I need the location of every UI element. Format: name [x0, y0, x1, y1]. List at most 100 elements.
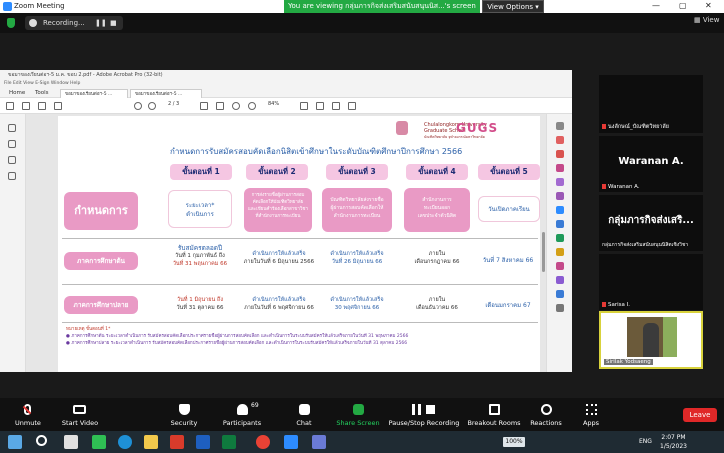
- print-icon[interactable]: [38, 102, 46, 110]
- video-tile[interactable]: Waranan A. Waranan A.: [599, 136, 703, 192]
- fill-sign-icon[interactable]: [556, 262, 564, 270]
- participant-display-name: Waranan A.: [618, 156, 684, 167]
- mic-muted-icon: [602, 184, 606, 189]
- line-app-icon[interactable]: [92, 435, 106, 449]
- acrobat-toolbar: [0, 98, 572, 114]
- participants-button[interactable]: 69 Participants: [214, 398, 270, 431]
- compress-icon[interactable]: [556, 248, 564, 256]
- camera-off-icon: [73, 405, 86, 414]
- attachment-icon[interactable]: [8, 156, 16, 164]
- combine-icon[interactable]: [556, 192, 564, 200]
- zoom-level-field[interactable]: 84%: [268, 101, 279, 107]
- copy-icon[interactable]: [8, 124, 16, 132]
- tab-document-1[interactable]: ขอมาของเรียนต่อฯ-5 ...: [60, 89, 128, 98]
- teams-icon[interactable]: [312, 435, 326, 449]
- chrome-icon[interactable]: [256, 435, 270, 449]
- upload-icon[interactable]: [22, 102, 30, 110]
- shield-icon[interactable]: [7, 18, 15, 28]
- page-down-icon[interactable]: [148, 102, 156, 110]
- video-tile[interactable]: กลุ่มภารกิจส่งเสริ... กลุ่มภารกิจส่งเสริ…: [599, 195, 703, 251]
- note-second-semester: ● ภาคการศึกษาปลาย ระยะเวลาดำเนินการ รับส…: [66, 341, 408, 346]
- tab-document-2[interactable]: ขอมาของเรียนต่อฯ-5 ...: [130, 89, 202, 98]
- video-tile[interactable]: Sarisa I.: [599, 254, 703, 310]
- export-pdf-icon[interactable]: [556, 136, 564, 144]
- share-screen-button[interactable]: Share Screen: [330, 398, 386, 431]
- layers-icon[interactable]: [8, 172, 16, 180]
- mic-muted-icon: [602, 302, 606, 307]
- page-up-icon[interactable]: [134, 102, 142, 110]
- participant-name: Sirilak Yodsaeng: [604, 359, 653, 365]
- view-label: View: [702, 16, 720, 24]
- create-icon[interactable]: [6, 102, 14, 110]
- file-explorer-icon[interactable]: [144, 435, 158, 449]
- zoom-in-icon[interactable]: [248, 102, 256, 110]
- pause-stop-recording-button[interactable]: Pause/Stop Recording: [388, 398, 460, 431]
- measure-icon[interactable]: [556, 276, 564, 284]
- scrollbar[interactable]: [542, 232, 545, 272]
- leave-button[interactable]: Leave: [683, 408, 717, 422]
- stop-icon[interactable]: ■: [110, 16, 117, 30]
- participants-count: 69: [251, 402, 259, 409]
- tab-home[interactable]: Home: [4, 88, 30, 98]
- view-options-button[interactable]: View Options ▾: [482, 0, 544, 13]
- people-icon: [237, 404, 248, 415]
- clock-time: 2:07 PM: [661, 434, 686, 441]
- organize-icon[interactable]: [556, 206, 564, 214]
- document-area: Chulalongkorn University Graduate School…: [26, 114, 546, 372]
- acrobat-taskbar-icon[interactable]: [170, 435, 184, 449]
- excel-icon[interactable]: [222, 435, 236, 449]
- shield-tool-icon[interactable]: [556, 290, 564, 298]
- breakout-rooms-button[interactable]: Breakout Rooms: [464, 398, 524, 431]
- select-cursor-icon[interactable]: [200, 102, 208, 110]
- search-icon[interactable]: [54, 102, 62, 110]
- unmute-button[interactable]: Unmute: [0, 398, 56, 431]
- first-step1-b: วันที่ 1 กุมภาพันธ์ ถึง: [175, 253, 225, 259]
- maximize-icon[interactable]: ▢: [679, 1, 687, 10]
- pause-icon[interactable]: ❚❚: [95, 16, 107, 30]
- comment-tool-icon[interactable]: [556, 178, 564, 186]
- active-speaker-tile[interactable]: Sirilak Yodsaeng: [599, 311, 703, 369]
- tab-tools[interactable]: Tools: [30, 88, 54, 98]
- view-button[interactable]: ▦ View: [694, 16, 719, 24]
- search-icon[interactable]: [36, 435, 47, 446]
- protect-icon[interactable]: [556, 234, 564, 242]
- second-step3-b: 30 พฤศจิกายน 66: [334, 305, 380, 311]
- word-icon[interactable]: [196, 435, 210, 449]
- comment-icon[interactable]: [316, 102, 324, 110]
- page-number-field[interactable]: 2 / 3: [168, 101, 179, 107]
- start-video-button[interactable]: Start Video: [52, 398, 108, 431]
- edge-icon[interactable]: [118, 435, 132, 449]
- scan-icon[interactable]: [556, 220, 564, 228]
- pen-icon[interactable]: [332, 102, 340, 110]
- sign-icon[interactable]: [348, 102, 356, 110]
- second-step2-b: ภายในวันที่ 6 พฤศจิกายน 66: [244, 305, 314, 311]
- minimize-icon[interactable]: —: [652, 1, 660, 10]
- task-view-icon[interactable]: [64, 435, 78, 449]
- first-step1-c: วันที่ 31 พฤษภาคม 66: [172, 261, 228, 267]
- chat-button[interactable]: Chat: [276, 398, 332, 431]
- zoom-taskbar-icon[interactable]: [284, 435, 298, 449]
- edit-pdf-icon[interactable]: [556, 150, 564, 158]
- note-first-semester: ● ภาคการศึกษาต้น ระยะเวลาดำเนินการ รับสม…: [66, 334, 409, 339]
- clock[interactable]: 2:07 PM 1/5/2023: [660, 433, 687, 451]
- more-tools-icon[interactable]: [556, 304, 564, 312]
- battery-indicator[interactable]: 100%: [503, 437, 525, 447]
- notes: หมายเหตุ ขั้นตอนที่ 1* ● ภาคการศึกษาต้น …: [66, 326, 536, 347]
- zoom-out-icon[interactable]: [232, 102, 240, 110]
- language-indicator[interactable]: ENG: [639, 438, 652, 445]
- create-pdf-icon[interactable]: [556, 164, 564, 172]
- security-button[interactable]: Security: [156, 398, 212, 431]
- video-tile[interactable]: นงลักษณ์_บัณฑิตวิทยาลัย: [599, 75, 703, 133]
- bookmark-icon[interactable]: [8, 140, 16, 148]
- step-5-desc: วันเปิดภาคเรียน: [478, 196, 540, 222]
- window-title: Zoom Meeting: [14, 2, 65, 10]
- fit-page-icon[interactable]: [300, 102, 308, 110]
- zoom-tool-icon[interactable]: [556, 122, 564, 130]
- step-4-desc: สำนักงานการ ทะเบียนออก เลขประจำตัวนิสิต: [404, 188, 470, 232]
- windows-start-icon[interactable]: [8, 435, 22, 449]
- second-step2-a: ดำเนินการให้แล้วเสร็จ: [252, 297, 306, 303]
- apps-button[interactable]: Apps: [563, 398, 619, 431]
- taskbar: [0, 431, 724, 453]
- close-icon[interactable]: ✕: [705, 1, 712, 10]
- hand-icon[interactable]: [216, 102, 224, 110]
